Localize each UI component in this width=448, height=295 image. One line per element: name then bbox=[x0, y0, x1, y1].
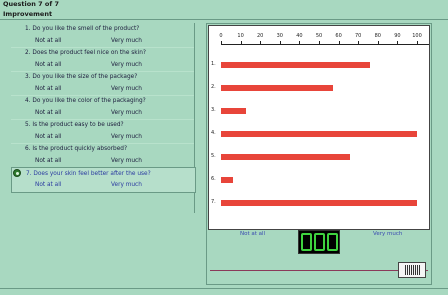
question-item-1[interactable]: 1. Do you like the smell of the product? bbox=[11, 23, 194, 35]
bar-q5 bbox=[221, 154, 351, 160]
bar-q7 bbox=[221, 200, 417, 206]
question-text: 4. Do you like the color of the packagin… bbox=[25, 98, 146, 104]
answer-high-label: Very much bbox=[111, 110, 142, 116]
question-item-6[interactable]: 6. Is the product quickly absorbed? bbox=[11, 143, 194, 155]
question-text: 6. Is the product quickly absorbed? bbox=[25, 146, 128, 152]
results-chart: 0 10 20 30 40 50 60 70 80 90 100 1. 2. 3. 4. 5. 6. 7. bbox=[208, 25, 430, 230]
bar-q3 bbox=[221, 108, 247, 114]
answer-low-label: Not at all bbox=[35, 182, 62, 188]
answer-scale-row: Not at all Very much bbox=[11, 83, 218, 95]
lcd-digit bbox=[326, 233, 338, 251]
answer-low-label: Not at all bbox=[35, 86, 62, 92]
question-item-3[interactable]: 3. Do you like the size of the package? bbox=[11, 71, 194, 83]
x-tick-label: 10 bbox=[237, 33, 244, 39]
question-text: 5. Is the product easy to be used? bbox=[25, 122, 124, 128]
lcd-digit bbox=[300, 233, 312, 251]
section-title: Improvement bbox=[3, 10, 53, 18]
category-label: 3. bbox=[211, 107, 216, 113]
category-label: 2. bbox=[211, 84, 216, 90]
category-label: 6. bbox=[211, 176, 216, 182]
rating-slider-track[interactable] bbox=[210, 270, 428, 271]
x-tick-label: 70 bbox=[355, 33, 362, 39]
scale-low-label: Not at all bbox=[240, 231, 266, 237]
category-label: 4. bbox=[211, 130, 216, 136]
footer-divider bbox=[0, 288, 448, 289]
question-item-2[interactable]: 2. Does the product feel nice on the ski… bbox=[11, 47, 194, 59]
answer-low-label: Not at all bbox=[35, 134, 62, 140]
answer-high-label: Very much bbox=[111, 62, 142, 68]
x-axis-line bbox=[221, 44, 429, 45]
question-item-5[interactable]: 5. Is the product easy to be used? bbox=[11, 119, 194, 131]
x-tick-label: 100 bbox=[412, 33, 422, 39]
question-text: 2. Does the product feel nice on the ski… bbox=[25, 50, 146, 56]
x-tick-label: 80 bbox=[374, 33, 381, 39]
answer-low-label: Not at all bbox=[35, 110, 62, 116]
answer-scale-row: Not at all Very much bbox=[11, 35, 218, 47]
rating-slider-thumb[interactable] bbox=[398, 262, 426, 278]
answer-scale-row: Not at all Very much bbox=[11, 155, 218, 167]
x-tick-label: 20 bbox=[257, 33, 264, 39]
answer-low-label: Not at all bbox=[35, 158, 62, 164]
x-tick-label: 90 bbox=[394, 33, 401, 39]
question-text: 3. Do you like the size of the package? bbox=[25, 74, 138, 80]
answer-scale-row: Not at all Very much bbox=[11, 59, 218, 71]
bar-q1 bbox=[221, 62, 370, 68]
answer-high-label: Very much bbox=[111, 86, 142, 92]
bar-q2 bbox=[221, 85, 333, 91]
answer-high-label: Very much bbox=[111, 158, 142, 164]
category-label: 7. bbox=[211, 199, 216, 205]
question-text: 1. Do you like the smell of the product? bbox=[25, 26, 140, 32]
bar-q4 bbox=[221, 131, 417, 137]
answer-high-label: Very much bbox=[111, 134, 142, 140]
value-display bbox=[298, 230, 340, 254]
question-list: 1. Do you like the smell of the product?… bbox=[11, 23, 196, 213]
answer-scale-row: Not at all Very much bbox=[11, 179, 218, 191]
x-tick-label: 50 bbox=[315, 33, 323, 39]
answer-low-label: Not at all bbox=[35, 38, 62, 44]
bar-q6 bbox=[221, 177, 233, 183]
answer-high-label: Very much bbox=[111, 38, 142, 44]
selected-radio-icon bbox=[13, 169, 21, 177]
category-label: 1. bbox=[211, 61, 216, 67]
answer-scale-row: Not at all Very much bbox=[11, 107, 218, 119]
question-counter: Question 7 of 7 bbox=[3, 0, 59, 8]
question-item-4[interactable]: 4. Do you like the color of the packagin… bbox=[11, 95, 194, 107]
x-tick-label: 30 bbox=[276, 33, 283, 39]
x-tick-label: 60 bbox=[335, 33, 342, 39]
scale-high-label: Very much bbox=[373, 231, 403, 237]
answer-high-label: Very much bbox=[111, 182, 142, 188]
category-label: 5. bbox=[211, 153, 216, 159]
x-tick-label: 40 bbox=[296, 33, 303, 39]
x-tick-label: 0 bbox=[219, 33, 223, 39]
answer-scale-row: Not at all Very much bbox=[11, 131, 218, 143]
lcd-digit bbox=[313, 233, 325, 251]
answer-low-label: Not at all bbox=[35, 62, 62, 68]
header-divider bbox=[0, 19, 448, 20]
